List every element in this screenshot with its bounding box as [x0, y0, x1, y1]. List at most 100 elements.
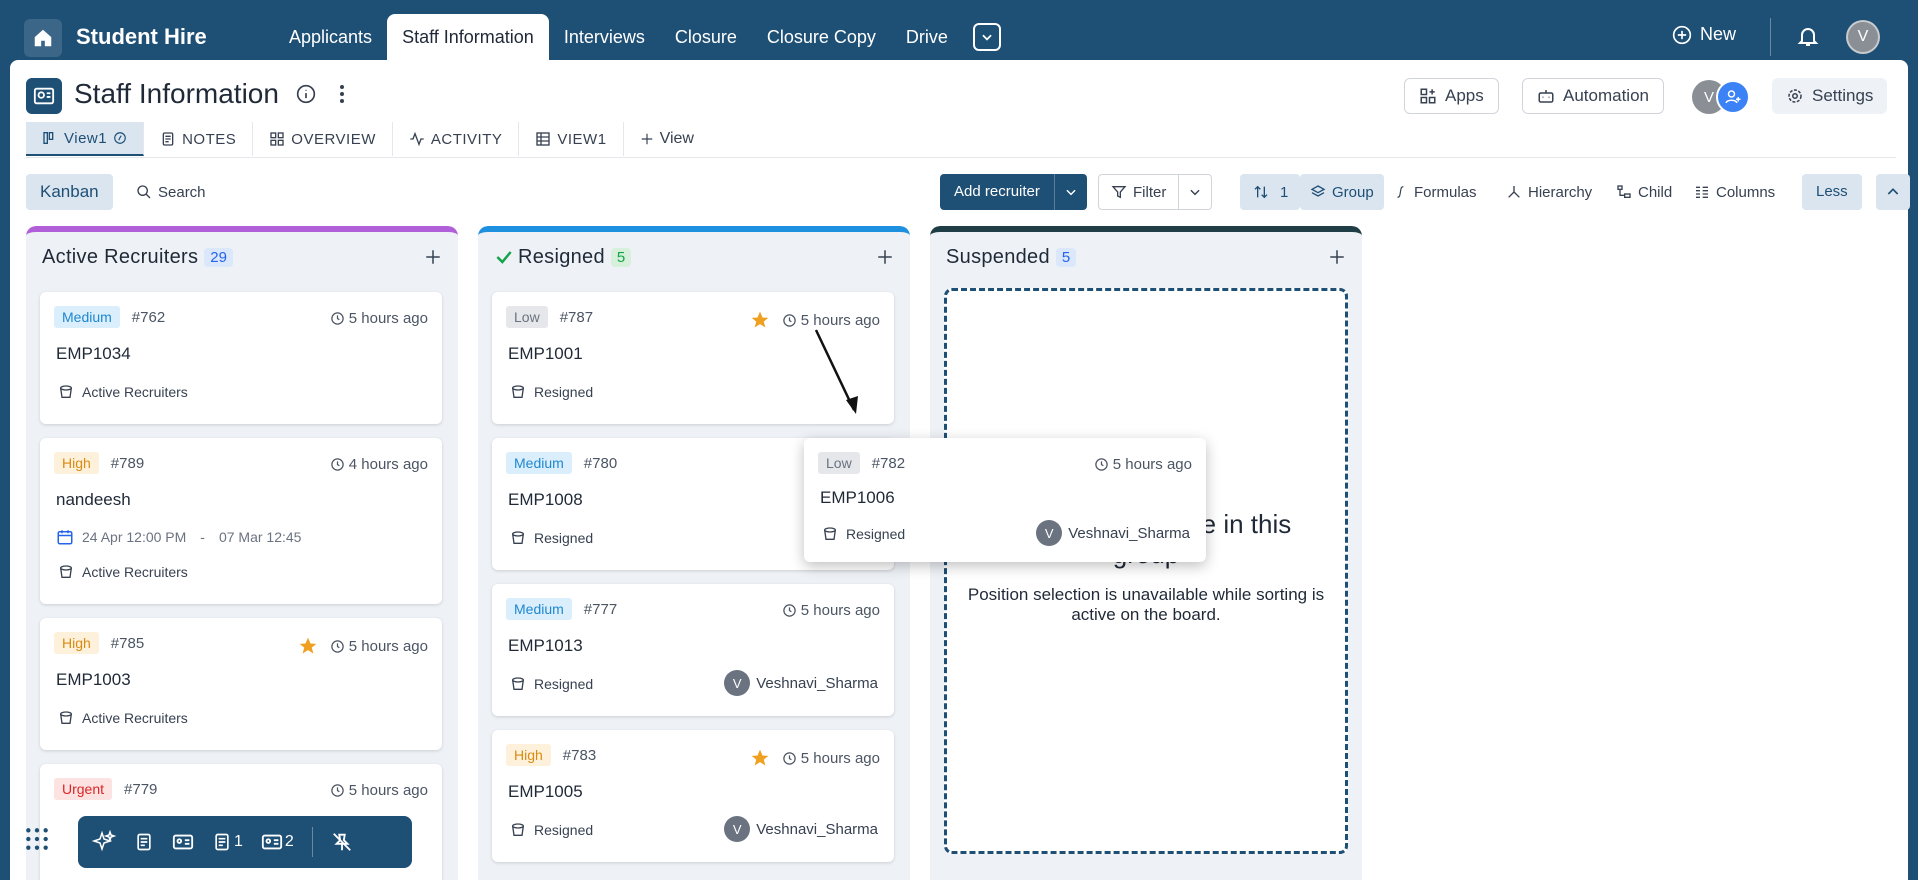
- chevron-down-icon: [1190, 189, 1200, 196]
- child-label: Child: [1638, 183, 1673, 201]
- tab-view1-active[interactable]: View1: [26, 122, 145, 156]
- home-button[interactable]: [24, 19, 62, 57]
- tab-notes[interactable]: NOTES: [144, 122, 254, 156]
- plus-icon[interactable]: [876, 248, 894, 266]
- add-recruiter-dropdown[interactable]: [1055, 174, 1087, 210]
- card-group-text: Resigned: [846, 526, 906, 542]
- card-meta: High #783: [506, 744, 596, 766]
- group-button[interactable]: Group: [1300, 174, 1384, 210]
- main-panel: Staff Information Apps Automation V Sett…: [10, 60, 1910, 880]
- star-icon[interactable]: [750, 748, 770, 768]
- column-count: 5: [1055, 247, 1077, 267]
- tab-applicants[interactable]: Applicants: [274, 14, 387, 60]
- card-time: 5 hours ago: [330, 310, 428, 327]
- ai-assistant-button[interactable]: [92, 830, 116, 854]
- card-title: EMP1001: [508, 344, 583, 363]
- document-icon: [215, 833, 229, 851]
- bucket-icon: [512, 385, 524, 398]
- bucket-icon: [512, 531, 524, 544]
- formulas-button[interactable]: Formulas: [1394, 174, 1477, 210]
- check-icon: [496, 251, 512, 264]
- clock-icon: [331, 458, 344, 471]
- apps-label: Apps: [1445, 86, 1484, 105]
- columns-button[interactable]: Columns: [1694, 174, 1775, 210]
- filter-dropdown[interactable]: [1179, 175, 1211, 209]
- card-group: Active Recruiters: [58, 564, 188, 580]
- kanban-card[interactable]: High #783 5 hours ago EMP1005 Resigned V…: [492, 730, 894, 862]
- tab-interviews[interactable]: Interviews: [549, 14, 660, 60]
- notifications-button[interactable]: [1796, 24, 1820, 53]
- open-records-button[interactable]: 2: [261, 831, 294, 853]
- card-time: 5 hours ago: [298, 636, 428, 656]
- card-meta: High #785: [54, 632, 144, 654]
- new-button[interactable]: New: [1672, 24, 1736, 45]
- tab-closure-copy[interactable]: Closure Copy: [752, 14, 891, 60]
- more-tabs-button[interactable]: [972, 23, 1001, 51]
- more-options-button[interactable]: [332, 82, 352, 111]
- add-view-button[interactable]: View: [624, 122, 710, 156]
- page-title: Staff Information: [74, 78, 279, 109]
- tab-activity-label: ACTIVITY: [430, 130, 503, 148]
- card-title: EMP1003: [56, 670, 131, 689]
- kanban-card[interactable]: High #785 5 hours ago EMP1003 Active Rec…: [40, 618, 442, 750]
- clock-icon: [331, 312, 344, 325]
- date-end: 07 Mar 12:45: [218, 529, 302, 545]
- card-title: nandeesh: [56, 490, 131, 509]
- star-icon[interactable]: [298, 636, 318, 656]
- apps-button[interactable]: Apps: [1404, 78, 1499, 114]
- sort-button[interactable]: 1: [1240, 174, 1301, 210]
- drop-zone[interactable]: Drop here to move in this group Position…: [944, 288, 1348, 854]
- activity-icon: [410, 131, 424, 147]
- date-start: 24 Apr 12:00 PM: [82, 529, 187, 545]
- user-avatar[interactable]: V: [1846, 20, 1880, 54]
- group-label: Group: [1332, 183, 1374, 201]
- owner-avatar: V: [1036, 520, 1063, 546]
- app-launcher-button[interactable]: [24, 826, 50, 857]
- robot-icon: [1538, 90, 1554, 103]
- owner-name: Veshnavi_Sharma: [756, 674, 878, 692]
- sort-icon: [1254, 185, 1268, 199]
- kanban-card[interactable]: High #789 4 hours ago nandeesh 24 Apr 12…: [40, 438, 442, 604]
- card-group-text: Active Recruiters: [82, 710, 188, 726]
- dragged-card[interactable]: Low #782 5 hours ago EMP1006 Resigned V …: [804, 438, 1206, 562]
- hierarchy-button[interactable]: Hierarchy: [1506, 174, 1592, 210]
- kanban-view-button[interactable]: Kanban: [26, 174, 113, 210]
- collapse-toolbar-button[interactable]: [1876, 174, 1910, 210]
- card-number: #779: [124, 780, 158, 798]
- automation-button[interactable]: Automation: [1522, 78, 1664, 114]
- info-button[interactable]: [296, 84, 316, 109]
- filter-split-button: Filter: [1098, 174, 1213, 210]
- records-button[interactable]: [172, 831, 194, 853]
- card-meta: Low #782: [818, 452, 905, 474]
- kanban-card[interactable]: Medium #762 5 hours ago EMP1034 Active R…: [40, 292, 442, 424]
- card-meta: Urgent #779: [54, 778, 157, 800]
- priority-badge: High: [54, 632, 99, 654]
- star-icon[interactable]: [750, 310, 770, 330]
- board-toolbar: Kanban Search Add recruiter Filter 1 Gro…: [26, 174, 1910, 212]
- priority-badge: Medium: [506, 452, 572, 474]
- tab-overview[interactable]: OVERVIEW: [253, 122, 393, 156]
- notes-button[interactable]: [134, 831, 154, 853]
- tab-activity[interactable]: ACTIVITY: [393, 122, 520, 156]
- bell-icon: [1797, 28, 1819, 46]
- plus-icon[interactable]: [1328, 248, 1346, 266]
- sparkles-icon: [92, 830, 116, 852]
- tab-closure[interactable]: Closure: [660, 14, 752, 60]
- card-time-text: 5 hours ago: [1112, 456, 1192, 473]
- add-recruiter-button[interactable]: Add recruiter: [940, 174, 1055, 210]
- tab-view1-table[interactable]: VIEW1: [519, 122, 624, 156]
- search-button[interactable]: Search: [136, 174, 206, 210]
- info-icon: [296, 84, 316, 104]
- plus-icon[interactable]: [424, 248, 442, 266]
- unpin-dock-button[interactable]: [331, 831, 353, 853]
- document-icon: [137, 833, 151, 851]
- filter-button[interactable]: Filter: [1099, 175, 1180, 209]
- tab-drive[interactable]: Drive: [891, 14, 963, 60]
- add-collaborator-button[interactable]: [1716, 80, 1750, 114]
- kanban-card[interactable]: Medium #777 5 hours ago EMP1013 Resigned…: [492, 584, 894, 716]
- child-button[interactable]: Child: [1616, 174, 1672, 210]
- less-button[interactable]: Less: [1802, 174, 1862, 210]
- open-notes-button[interactable]: 1: [212, 831, 243, 853]
- collaborators[interactable]: V: [1692, 80, 1762, 116]
- settings-button[interactable]: Settings: [1772, 78, 1888, 114]
